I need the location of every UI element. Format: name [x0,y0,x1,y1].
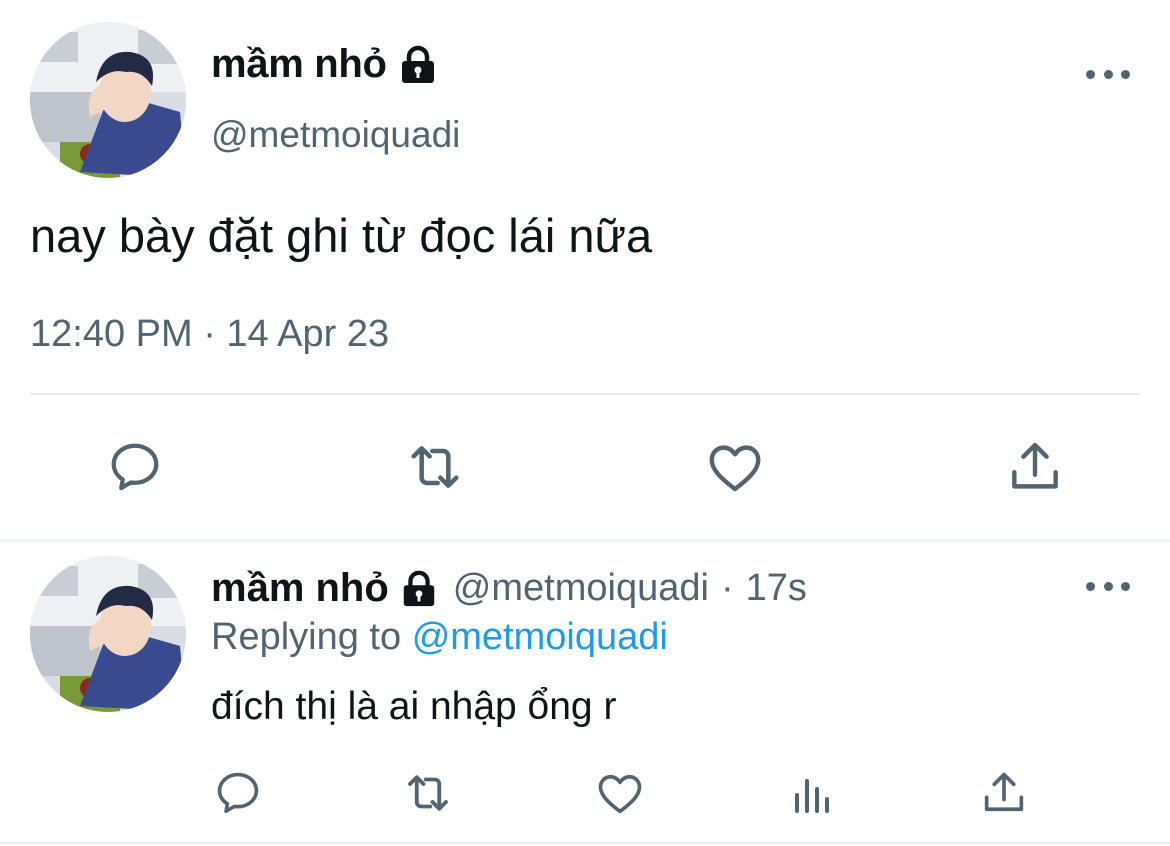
share-icon [984,772,1024,812]
replying-to: Replying to @metmoiquadi [211,616,668,659]
tweet-text: nay bày đặt ghi từ đọc lái nữa [30,209,653,262]
tweet-age[interactable]: 17s [746,567,807,610]
section-divider [0,539,1170,542]
more-options-icon[interactable] [1086,64,1130,84]
reply-button[interactable] [100,435,170,499]
dot [1103,69,1113,79]
author-handle[interactable]: @metmoiquadi [453,567,709,610]
retweet-button[interactable] [400,765,456,821]
reply-author-row: mầm nhỏ @metmoiquadi · 17s [211,566,807,611]
reply-icon [217,772,259,814]
divider [30,393,1140,395]
dot [1121,69,1130,79]
dot [1103,581,1113,591]
divider [0,842,1170,844]
avatar[interactable] [30,22,186,178]
reply-button[interactable] [210,765,266,821]
share-button[interactable] [976,765,1032,821]
author-name-row[interactable]: mầm nhỏ [211,42,439,87]
reply-icon [111,443,159,491]
retweet-icon [411,446,459,488]
display-name[interactable]: mầm nhỏ [211,566,389,611]
lock-icon [397,44,439,86]
lock-icon [399,569,439,609]
display-name[interactable]: mầm nhỏ [211,42,387,87]
avatar[interactable] [30,556,186,712]
replying-to-mention[interactable]: @metmoiquadi [412,616,668,658]
analytics-icon [795,779,829,813]
dot [1121,581,1130,591]
like-button[interactable] [592,765,648,821]
share-button[interactable] [1000,435,1070,499]
like-icon [709,445,761,492]
tweet-timestamp[interactable]: 12:40 PM · 14 Apr 23 [30,313,389,356]
retweet-button[interactable] [400,435,470,499]
like-icon [598,774,642,814]
author-handle[interactable]: @metmoiquadi [211,114,460,156]
time-separator: · [720,567,734,609]
dot [1086,69,1095,79]
retweet-icon [408,775,448,811]
share-icon [1012,442,1058,489]
like-button[interactable] [700,435,770,499]
replying-to-label: Replying to [211,616,402,658]
avatar-image [30,556,186,712]
more-options-icon[interactable] [1086,576,1130,596]
dot [1086,581,1095,591]
avatar-image [30,22,186,178]
analytics-button[interactable] [785,765,841,821]
reply-text: đích thị là ai nhập ổng r [211,685,617,728]
